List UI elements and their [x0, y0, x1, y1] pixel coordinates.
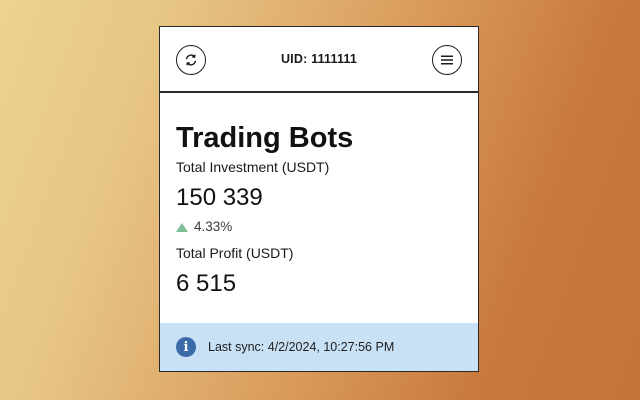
menu-button[interactable] [432, 45, 462, 75]
last-sync-text: Last sync: 4/2/2024, 10:27:56 PM [208, 340, 395, 354]
stats-section: Trading Bots Total Investment (USDT) 150… [176, 121, 462, 299]
uid-label: UID: 1111111 [280, 52, 358, 66]
investment-change: 4.33% [176, 218, 462, 236]
info-icon: i [176, 337, 196, 357]
profit-label: Total Profit (USDT) [176, 245, 294, 261]
trading-bots-widget: UID: 1111111 Trading Bots Total Investme… [159, 26, 479, 372]
investment-value: 150 339 [176, 184, 263, 211]
profit-value: 6 515 [176, 270, 237, 297]
trend-up-icon [176, 222, 188, 232]
change-percent: 4.33% [194, 219, 233, 234]
sync-status-bar: i Last sync: 4/2/2024, 10:27:56 PM [160, 323, 478, 371]
investment-label: Total Investment (USDT) [176, 159, 330, 175]
page-title: Trading Bots [176, 122, 354, 154]
hamburger-menu-icon [441, 55, 453, 65]
widget-header: UID: 1111111 [160, 27, 478, 93]
